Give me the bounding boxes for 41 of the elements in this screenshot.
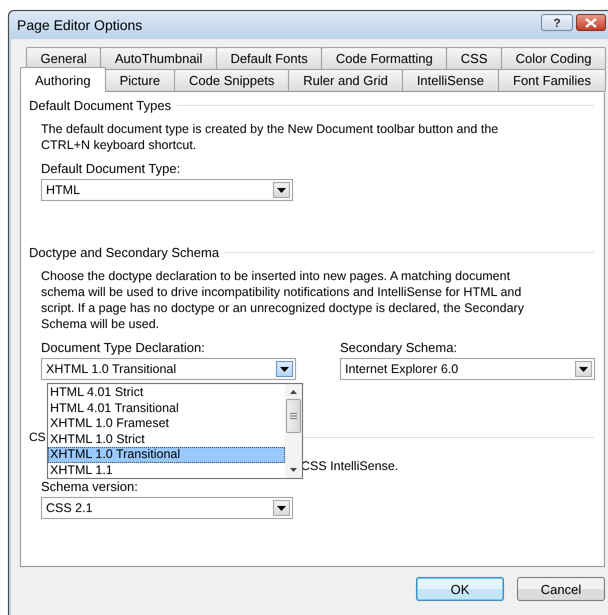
scrollbar-thumb[interactable]: [286, 399, 301, 433]
tab[interactable]: Picture: [104, 69, 176, 91]
list-option[interactable]: XHTML 1.0 Frameset: [48, 416, 285, 432]
list-option[interactable]: XHTML 1.0 Strict: [48, 432, 285, 447]
ok-button[interactable]: OK: [416, 577, 504, 601]
list-option[interactable]: HTML 4.01 Transitional: [48, 400, 285, 416]
window-title: Page Editor Options: [17, 17, 142, 33]
tab[interactable]: AutoThumbnail: [100, 47, 217, 69]
list-option[interactable]: XHTML 1.1: [48, 462, 285, 478]
dropdown[interactable]: Internet Explorer 6.0: [340, 358, 595, 380]
close-button[interactable]: [576, 14, 606, 31]
field-label: Default Document Type:: [41, 161, 182, 176]
group-title: CS: [29, 430, 46, 444]
scroll-up-icon[interactable]: [290, 390, 297, 394]
description-text: Choose the doctype declaration to be inserted into new pages. A matching document schema will be used to drive incompatibility notifications and IntelliSense for HTML and script. If a page has no doctype or an unrecognized doctype is declared, the Secondary Schema will be used.: [41, 268, 525, 332]
cancel-button[interactable]: Cancel: [517, 577, 605, 601]
tab[interactable]: Code Formatting: [321, 47, 448, 69]
tab[interactable]: Default Fonts: [216, 47, 322, 69]
field-label: Secondary Schema:: [340, 340, 458, 355]
tab[interactable]: IntelliSense: [402, 69, 500, 91]
help-button[interactable]: ?: [541, 14, 573, 31]
group-title: Doctype and Secondary Schema: [29, 245, 220, 260]
description-text: The default document type is created by the New Document toolbar button and the CTRL+N keyboard shortcut.: [41, 121, 500, 153]
field-label: Schema version:: [41, 479, 139, 494]
tab[interactable]: General: [26, 47, 102, 69]
tab[interactable]: CSS: [446, 47, 502, 69]
list-option[interactable]: HTML 4.01 Strict: [48, 385, 285, 400]
tab[interactable]: Ruler and Grid: [288, 69, 403, 91]
close-icon: [585, 18, 597, 28]
dropdown[interactable]: XHTML 1.0 Transitional: [41, 358, 296, 380]
tab[interactable]: Color Coding: [501, 47, 606, 69]
field-label: Document Type Declaration:: [41, 340, 206, 355]
tab[interactable]: Authoring: [20, 67, 106, 92]
scroll-down-icon[interactable]: [290, 468, 297, 472]
dropdown[interactable]: HTML: [41, 179, 293, 201]
group-title: Default Document Types: [29, 98, 172, 113]
scrollbar[interactable]: [285, 384, 302, 478]
tab[interactable]: Code Snippets: [174, 69, 290, 91]
tab[interactable]: Font Families: [498, 69, 606, 91]
list-option[interactable]: XHTML 1.0 Transitional: [48, 447, 285, 462]
dropdown[interactable]: CSS 2.1: [41, 497, 293, 519]
